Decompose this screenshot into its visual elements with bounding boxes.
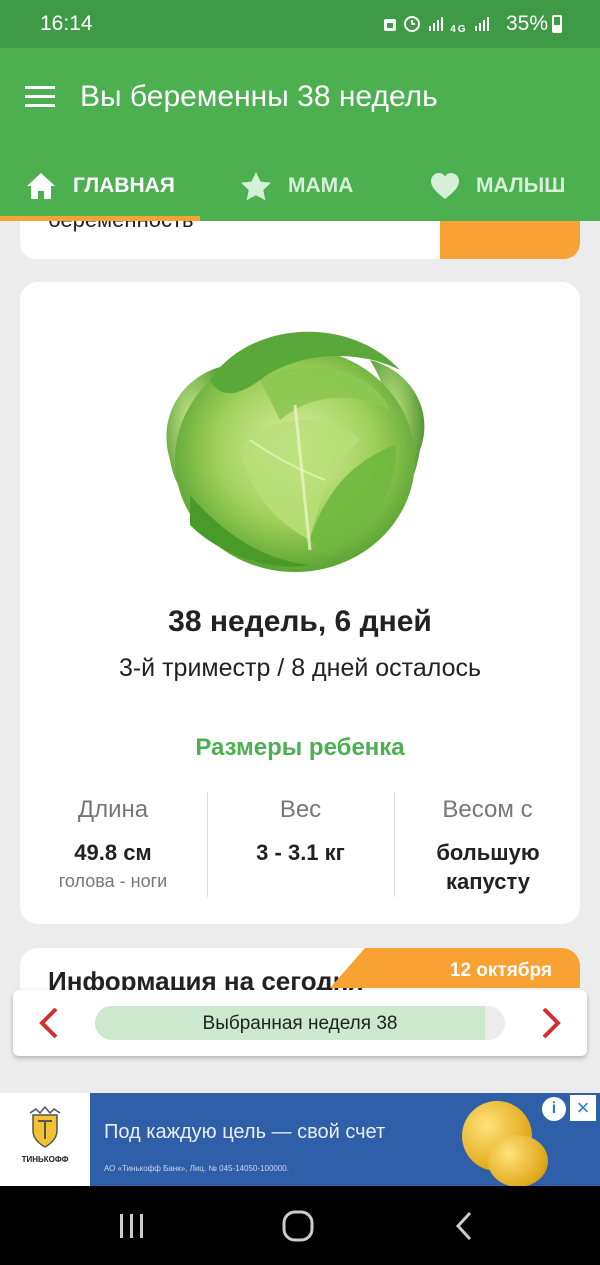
stat-comparison-value: большую капусту: [436, 840, 540, 894]
back-icon[interactable]: [446, 1208, 486, 1244]
home-icon: [27, 173, 55, 199]
baby-sizes-title: Размеры ребенка: [195, 734, 405, 761]
recents-icon[interactable]: [112, 1208, 152, 1244]
tab-baby[interactable]: МАЛЫШ: [430, 166, 565, 206]
previous-card[interactable]: беременность: [20, 221, 580, 259]
stat-comparison: Весом с большую капусту: [394, 792, 580, 897]
ad-brand: ТИНЬКОФФ: [21, 1155, 69, 1164]
tab-home-label: ГЛАВНАЯ: [73, 174, 175, 197]
ad-title: Под каждую цель — свой счет: [104, 1121, 386, 1143]
tab-mom[interactable]: МАМА: [240, 166, 353, 206]
week-progress-bar[interactable]: Выбранная неделя 38: [95, 1006, 505, 1040]
clock-icon: [404, 16, 421, 32]
app-bar: Вы беременны 38 недель ГЛАВНАЯ МАМА МАЛЫ…: [0, 48, 600, 221]
app-title: Вы беременны 38 недель: [80, 80, 438, 113]
ad-close-icon[interactable]: ×: [570, 1095, 596, 1121]
cabbage-image: [166, 331, 425, 572]
signal-icon: [428, 17, 443, 31]
alarm-icon: [383, 19, 396, 31]
ad-logo: ТИНЬКОФФ: [0, 1093, 90, 1186]
heart-icon: [431, 173, 459, 199]
signal-icon: [475, 17, 489, 31]
tab-bar: ГЛАВНАЯ МАМА МАЛЫШ: [0, 158, 600, 221]
stat-comparison-label: Весом с: [442, 796, 533, 823]
week-summary-card: 38 недель, 6 дней 3-й триместр / 8 дней …: [20, 282, 580, 924]
selected-week-label: Выбранная неделя 38: [202, 1013, 398, 1034]
week-title: 38 недель, 6 дней: [168, 605, 432, 638]
week-selector: Выбранная неделя 38: [13, 990, 587, 1056]
star-icon: [241, 172, 271, 201]
battery-icon: [552, 15, 562, 33]
home-button-icon[interactable]: [278, 1208, 318, 1244]
ad-disclaimer: АО «Тинькофф Банк», Лиц. № 045-14050-100…: [104, 1164, 289, 1173]
trimester-info: 3-й триместр / 8 дней осталось: [118, 654, 482, 682]
stat-length: Длина 49.8 см голова - ноги: [20, 792, 206, 897]
status-bar: 16:14 4G 35%: [0, 0, 600, 48]
stat-length-label: Длина: [77, 796, 149, 823]
bank-logo-icon: [29, 1105, 61, 1148]
tab-mom-label: МАМА: [288, 174, 354, 197]
network-type: 4G: [450, 24, 468, 35]
status-time: 16:14: [40, 12, 93, 35]
ad-info-icon[interactable]: i: [542, 1097, 566, 1121]
stat-length-value: 49.8 см: [74, 840, 152, 865]
ad-banner[interactable]: ТИНЬКОФФ Под каждую цель — свой счет АО …: [0, 1093, 600, 1187]
previous-card-accent: [440, 221, 580, 259]
battery-percent: 35%: [505, 12, 548, 35]
stat-length-sub: голова - ноги: [58, 871, 168, 891]
status-icons: 4G: [383, 14, 490, 37]
stat-weight-value: 3 - 3.1 кг: [256, 840, 345, 865]
hamburger-menu-icon[interactable]: [25, 86, 55, 108]
previous-week-arrow-icon[interactable]: [33, 1006, 67, 1040]
tab-home[interactable]: ГЛАВНАЯ: [25, 166, 175, 206]
next-week-arrow-icon[interactable]: [533, 1006, 567, 1040]
baby-stats: Длина 49.8 см голова - ноги Вес 3 - 3.1 …: [20, 792, 580, 897]
stat-weight: Вес 3 - 3.1 кг: [207, 792, 393, 897]
tab-baby-label: МАЛЫШ: [476, 174, 566, 197]
system-nav-bar: [0, 1186, 600, 1265]
stat-weight-label: Вес: [279, 796, 322, 823]
today-date: 12 октября: [449, 960, 552, 981]
coin-image: [488, 1135, 548, 1187]
previous-card-text: беременность: [48, 221, 194, 233]
